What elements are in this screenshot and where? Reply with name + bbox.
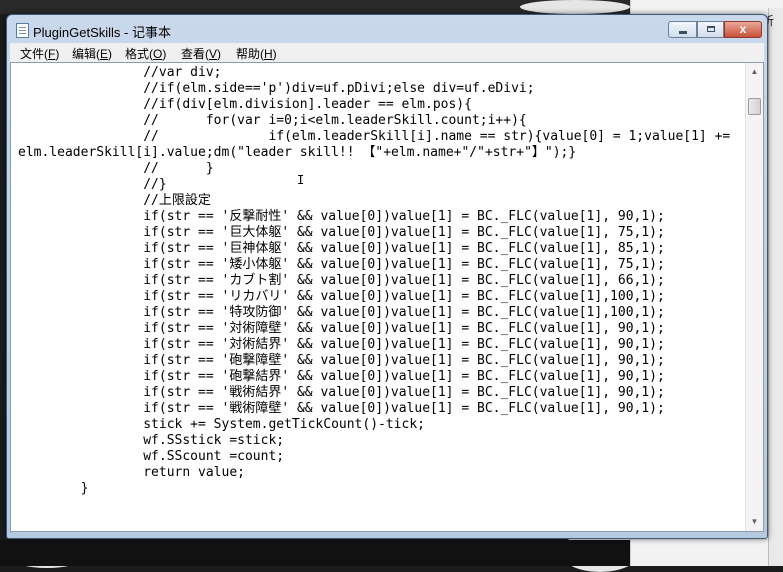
code-line: wf.SSstick =stick;: [18, 433, 285, 448]
minimize-icon: [678, 31, 687, 34]
code-line: //if(elm.side=='p')div=uf.pDivi;else div…: [18, 81, 535, 96]
code-line: if(str == 'カブト割' && value[0])value[1] = …: [18, 273, 665, 288]
scroll-up-button[interactable]: ▲: [747, 64, 762, 80]
maximize-button[interactable]: [697, 21, 724, 38]
scrollbar-thumb[interactable]: [748, 98, 761, 115]
code-line: if(str == '砲撃結界' && value[0])value[1] = …: [18, 369, 665, 384]
menu-bar: 文件(F) 编辑(E) 格式(O) 查看(V) 帮助(H): [10, 43, 764, 62]
mouse-ibeam-cursor-icon: I: [297, 173, 305, 187]
background-window-scrollbar: [768, 8, 783, 566]
menu-edit[interactable]: 编辑(E): [72, 45, 112, 62]
desktop-wallpaper-shape: [520, 0, 630, 14]
code-line: //}: [18, 177, 167, 192]
code-line: if(str == '巨大体躯' && value[0])value[1] = …: [18, 225, 665, 240]
maximize-icon: [706, 26, 715, 32]
notepad-window: PluginGetSkills - 记事本 x 文件(F) 编辑(E) 格式(O…: [6, 14, 768, 539]
code-line: // for(var i=0;i<elm.leaderSkill.count;i…: [18, 113, 527, 128]
code-line: // if(elm.leaderSkill[i].name == str){va…: [18, 129, 731, 144]
minimize-button[interactable]: [668, 21, 697, 38]
code-line: if(str == 'リカバリ' && value[0])value[1] = …: [18, 289, 665, 304]
close-button[interactable]: x: [724, 21, 762, 38]
code-line: //上限設定: [18, 193, 211, 208]
code-line: if(str == '戦術結界' && value[0])value[1] = …: [18, 385, 665, 400]
scroll-down-button[interactable]: ▼: [747, 514, 762, 530]
code-line: wf.SScount =count;: [18, 449, 285, 464]
close-icon: x: [739, 22, 747, 36]
code-line: //if(div[elm.division].leader == elm.pos…: [18, 97, 472, 112]
code-line: return value;: [18, 465, 245, 480]
menu-file[interactable]: 文件(F): [20, 45, 59, 62]
text-editor[interactable]: //var div; //if(elm.side=='p')div=uf.pDi…: [10, 62, 764, 532]
window-title: PluginGetSkills - 记事本: [33, 25, 171, 40]
code-line: if(str == '砲撃障壁' && value[0])value[1] = …: [18, 353, 665, 368]
menu-view[interactable]: 查看(V): [181, 45, 221, 62]
code-line: if(str == '対術結界' && value[0])value[1] = …: [18, 337, 665, 352]
menu-format[interactable]: 格式(O): [125, 45, 166, 62]
desktop-background-bottom: [0, 540, 632, 566]
code-line: stick += System.getTickCount()-tick;: [18, 417, 425, 432]
code-line: if(str == '戦術障壁' && value[0])value[1] = …: [18, 401, 665, 416]
notepad-icon: [16, 23, 29, 38]
code-line: elm.leaderSkill[i].value;dm("leader skil…: [18, 145, 577, 160]
menu-help[interactable]: 帮助(H): [236, 45, 277, 62]
code-line: if(str == '反撃耐性' && value[0])value[1] = …: [18, 209, 665, 224]
code-line: if(str == '矮小体躯' && value[0])value[1] = …: [18, 257, 665, 272]
code-line: if(str == '巨神体躯' && value[0])value[1] = …: [18, 241, 665, 256]
code-line: if(str == '特攻防御' && value[0])value[1] = …: [18, 305, 665, 320]
code-line: if(str == '対術障壁' && value[0])value[1] = …: [18, 321, 665, 336]
title-bar[interactable]: PluginGetSkills - 记事本 x: [7, 15, 767, 43]
code-line: }: [18, 481, 89, 496]
vertical-scrollbar[interactable]: ▲ ▼: [745, 63, 763, 531]
code-line: // }: [18, 161, 214, 176]
code-line: //var div;: [18, 65, 222, 80]
